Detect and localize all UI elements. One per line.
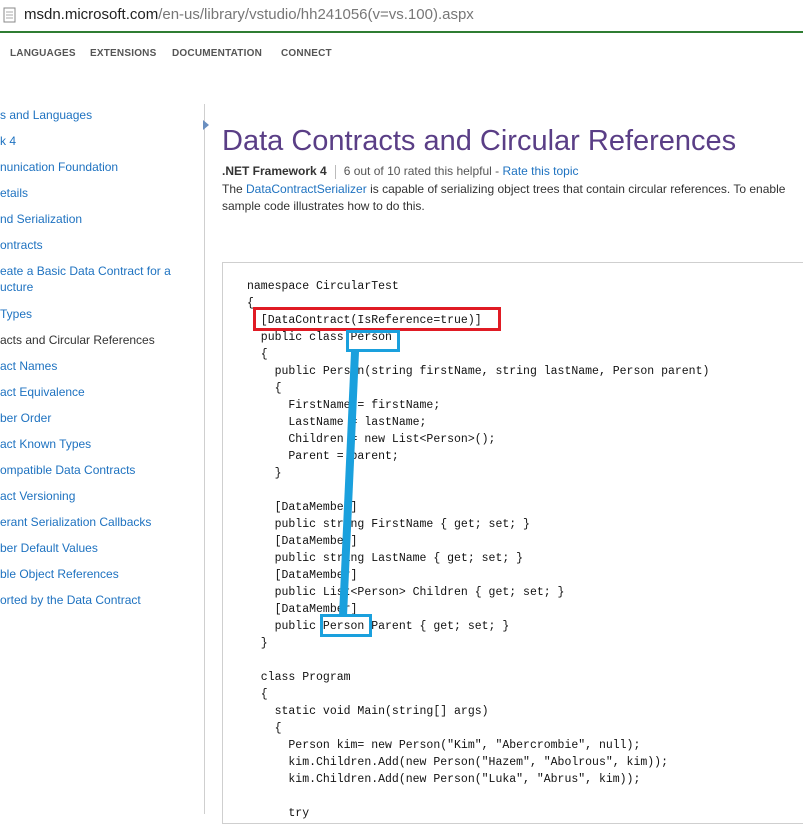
code-line: { <box>247 382 282 395</box>
sidebar-item[interactable]: etails <box>0 185 28 201</box>
blue-highlight-box-parent-type <box>320 614 372 637</box>
code-line: [DataMember] <box>247 501 358 514</box>
blue-highlight-box-class-name <box>346 330 400 352</box>
code-line: FirstName = firstName; <box>247 399 441 412</box>
sidebar-item[interactable]: nd Serialization <box>0 211 82 227</box>
code-block: namespace CircularTest { [DataContract(I… <box>222 262 803 824</box>
code-line: public string LastName { get; set; } <box>247 552 524 565</box>
intro-prefix: The <box>222 182 247 196</box>
code-line: } <box>247 637 268 650</box>
intro-line-2: sample code illustrates how to do this. <box>222 199 425 213</box>
code-line: { <box>247 348 268 361</box>
code-line: [DataMember] <box>247 569 358 582</box>
sidebar-item[interactable]: s and Languages <box>0 107 92 123</box>
sidebar-item-current[interactable]: acts and Circular References <box>0 332 155 348</box>
code-line: [DataMember] <box>247 535 358 548</box>
sidebar-divider <box>204 104 205 814</box>
code-line: kim.Children.Add(new Person("Luka", "Abr… <box>247 773 641 786</box>
sidebar-item[interactable]: act Known Types <box>0 436 91 452</box>
intro-line-1: The DataContractSerializer is capable of… <box>222 181 785 198</box>
rating-text: 6 out of 10 rated this helpful <box>343 164 492 178</box>
sidebar-item[interactable]: ontracts <box>0 237 43 253</box>
sidebar-item[interactable]: k 4 <box>0 133 16 149</box>
collapse-sidebar-icon[interactable] <box>201 118 211 132</box>
address-bar[interactable]: msdn.microsoft.com/en-us/library/vstudio… <box>0 0 803 33</box>
article-meta: .NET Framework 4 6 out of 10 rated this h… <box>222 164 579 179</box>
intro-rest: is capable of serializing object trees t… <box>366 182 786 196</box>
sidebar-item[interactable]: act Equivalence <box>0 384 85 400</box>
code-line: Parent = parent; <box>247 450 399 463</box>
page-icon <box>3 7 16 23</box>
code-line: static void Main(string[] args) <box>247 705 489 718</box>
sidebar-item[interactable]: ber Order <box>0 410 51 426</box>
sidebar-toc: s and Languages k 4 nunication Foundatio… <box>0 100 200 814</box>
page-title: Data Contracts and Circular References <box>222 125 737 158</box>
sidebar-item[interactable]: ber Default Values <box>0 540 98 556</box>
code-line-parent-property: public Person Parent { get; set; } <box>247 620 510 633</box>
code-line: { <box>247 722 282 735</box>
sidebar-item[interactable]: act Names <box>0 358 57 374</box>
code-line: { <box>247 688 268 701</box>
sidebar-item[interactable]: erant Serialization Callbacks <box>0 514 151 530</box>
intro-paragraph: The DataContractSerializer is capable of… <box>222 181 785 215</box>
sidebar-item[interactable]: ble Object References <box>0 566 119 582</box>
sidebar-item[interactable]: orted by the Data Contract <box>0 592 141 608</box>
sidebar-item[interactable]: act Versioning <box>0 488 75 504</box>
datacontractserializer-link[interactable]: DataContractSerializer <box>246 182 367 196</box>
code-line: LastName = lastName; <box>247 416 427 429</box>
nav-extensions[interactable]: EXTENSIONS <box>90 48 156 59</box>
code-line: Person kim= new Person("Kim", "Abercromb… <box>247 739 641 752</box>
url-text[interactable]: msdn.microsoft.com/en-us/library/vstudio… <box>24 6 474 23</box>
url-host: msdn.microsoft.com <box>24 6 159 23</box>
code-line: class Program <box>247 671 351 684</box>
nav-languages[interactable]: LANGUAGES <box>10 48 76 59</box>
nav-connect[interactable]: CONNECT <box>281 48 332 59</box>
framework-label: .NET Framework 4 <box>222 164 327 178</box>
sidebar-item[interactable]: nunication Foundation <box>0 159 118 175</box>
code-line: public List<Person> Children { get; set;… <box>247 586 565 599</box>
sidebar-item[interactable]: Types <box>0 306 32 322</box>
rate-topic-link[interactable]: Rate this topic <box>502 164 578 178</box>
nav-documentation[interactable]: DOCUMENTATION <box>172 48 262 59</box>
sidebar-item[interactable]: eate a Basic Data Contract for a <box>0 263 171 279</box>
rating-dash: - <box>491 164 503 178</box>
code-line: namespace CircularTest <box>247 280 399 293</box>
code-line: public Person(string firstName, string l… <box>247 365 710 378</box>
url-path: /en-us/library/vstudio/hh241056(v=vs.100… <box>158 6 474 23</box>
red-highlight-box <box>253 307 501 331</box>
sidebar-item[interactable]: ucture <box>0 279 33 295</box>
code-line: public string FirstName { get; set; } <box>247 518 530 531</box>
code-line: } <box>247 467 282 480</box>
meta-separator <box>334 164 336 179</box>
code-line: Children = new List<Person>(); <box>247 433 496 446</box>
code-line: kim.Children.Add(new Person("Hazem", "Ab… <box>247 756 668 769</box>
sidebar-item[interactable]: ompatible Data Contracts <box>0 462 135 478</box>
